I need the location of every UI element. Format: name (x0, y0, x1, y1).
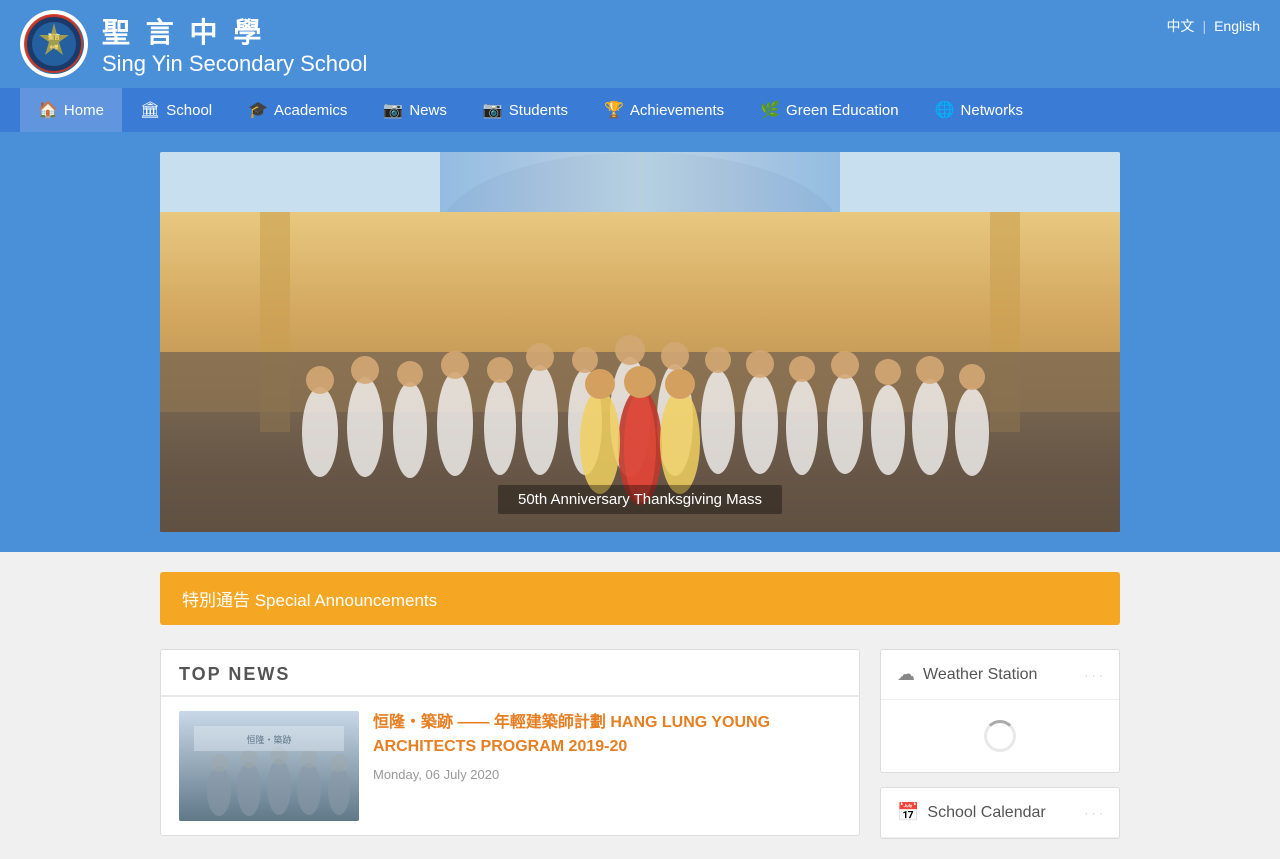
news-content: 恒隆‧築跡 —— 年輕建築師計劃 HANG LUNG YOUNG ARCHITE… (373, 711, 841, 821)
nav-green-education[interactable]: 🌿 Green Education (742, 88, 917, 132)
header: 聖言 中學 聖 言 中 學 Sing Yin Secondary School … (0, 0, 1280, 88)
church-svg (160, 152, 1120, 532)
weather-dots: · · · (1084, 668, 1103, 682)
nav-academics-label: Academics (274, 102, 347, 119)
news-date: Monday, 06 July 2020 (373, 767, 841, 782)
calendar-dots: · · · (1084, 806, 1103, 820)
nav-students[interactable]: 📷 Students (465, 88, 586, 132)
green-education-icon: 🌿 (760, 100, 780, 120)
academics-icon: 🎓 (248, 100, 268, 120)
lang-chinese[interactable]: 中文 (1166, 16, 1194, 36)
bottom-section: TOP NEWS (160, 649, 1120, 839)
weather-widget-header: ☁ Weather Station · · · (881, 650, 1119, 700)
weather-widget-title: Weather Station (923, 666, 1037, 684)
logo-area: 聖言 中學 聖 言 中 學 Sing Yin Secondary School (20, 10, 367, 78)
nav-networks[interactable]: 🌐 Networks (917, 88, 1041, 132)
announcement-bar[interactable]: 特別通告 Special Announcements (160, 572, 1120, 625)
top-news-header: TOP NEWS (161, 650, 859, 697)
main-content: 特別通告 Special Announcements TOP NEWS (0, 552, 1280, 859)
lang-english[interactable]: English (1214, 18, 1260, 34)
nav-home-label: Home (64, 102, 104, 119)
calendar-icon: 📅 (897, 802, 919, 823)
svg-text:恒隆‧築跡: 恒隆‧築跡 (246, 734, 291, 745)
news-title[interactable]: 恒隆‧築跡 —— 年輕建築師計劃 HANG LUNG YOUNG ARCHITE… (373, 711, 841, 759)
news-item: 恒隆‧築跡 恒隆‧築跡 —— 年輕建築師計劃 HANG LUNG YOUNG A… (161, 697, 859, 835)
top-news-panel: TOP NEWS (160, 649, 860, 836)
nav-achievements-label: Achievements (630, 102, 724, 119)
nav-home[interactable]: 🏠 Home (20, 88, 122, 132)
hero-section: 50th Anniversary Thanksgiving Mass (0, 132, 1280, 552)
school-logo: 聖言 中學 (20, 10, 88, 78)
calendar-widget-header: 📅 School Calendar · · · (881, 788, 1119, 838)
nav-school-label: School (166, 102, 212, 119)
nav-networks-label: Networks (961, 102, 1024, 119)
top-news-heading: TOP NEWS (179, 664, 841, 685)
weather-widget: ☁ Weather Station · · · (880, 649, 1120, 773)
home-icon: 🏠 (38, 100, 58, 120)
hero-caption: 50th Anniversary Thanksgiving Mass (498, 485, 782, 514)
nav-news-label: News (409, 102, 447, 119)
calendar-widget: 📅 School Calendar · · · (880, 787, 1120, 839)
nav-news[interactable]: 📷 News (365, 88, 464, 132)
cloud-icon: ☁ (897, 664, 915, 685)
hero-image: 50th Anniversary Thanksgiving Mass (160, 152, 1120, 532)
news-thumbnail: 恒隆‧築跡 (179, 711, 359, 821)
nav-achievements[interactable]: 🏆 Achievements (586, 88, 742, 132)
loading-spinner (984, 720, 1016, 752)
nav-academics[interactable]: 🎓 Academics (230, 88, 365, 132)
school-name-english: Sing Yin Secondary School (102, 51, 367, 77)
right-sidebar: ☁ Weather Station · · · 📅 School Calenda… (880, 649, 1120, 839)
achievements-icon: 🏆 (604, 100, 624, 120)
language-switcher: 中文 | English (1166, 10, 1260, 36)
news-icon: 📷 (383, 100, 403, 120)
nav-students-label: Students (509, 102, 568, 119)
school-name-chinese: 聖 言 中 學 (102, 11, 367, 51)
nav-school[interactable]: 🏛 School (122, 88, 230, 132)
networks-icon: 🌐 (935, 100, 955, 120)
news-image-svg: 恒隆‧築跡 (179, 711, 359, 821)
school-icon: 🏛 (140, 100, 160, 120)
weather-widget-body (881, 700, 1119, 772)
hero-background (160, 152, 1120, 532)
main-navigation: 🏠 Home 🏛 School 🎓 Academics 📷 News 📷 Stu… (0, 88, 1280, 132)
school-title: 聖 言 中 學 Sing Yin Secondary School (102, 11, 367, 77)
nav-green-education-label: Green Education (786, 102, 899, 119)
students-icon: 📷 (483, 100, 503, 120)
calendar-widget-title: School Calendar (927, 804, 1045, 822)
